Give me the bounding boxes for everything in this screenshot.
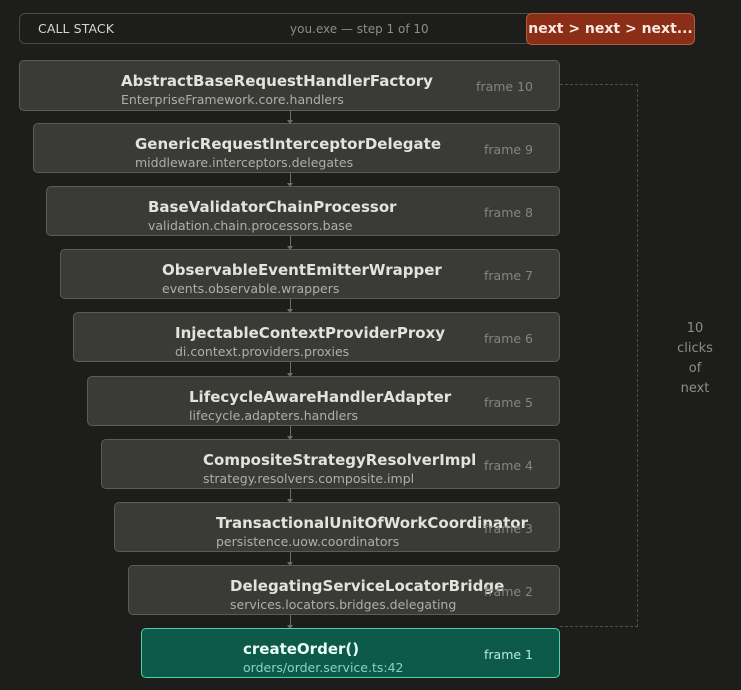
frame-active[interactable]: createOrder() orders/order.service.ts:42 f… xyxy=(141,628,560,678)
frame-connector-arrow xyxy=(287,299,293,313)
frame-module-path: di.context.providers.proxies xyxy=(175,344,350,359)
frame-number-label: frame 9 xyxy=(484,142,533,157)
frame-number-label: frame 10 xyxy=(476,79,533,94)
stack-frame[interactable]: InjectableContextProviderProxy di.context… xyxy=(73,312,560,362)
stack-frame[interactable]: AbstractBaseRequestHandlerFactory Enterpr… xyxy=(19,60,560,111)
frame-module-path: validation.chain.processors.base xyxy=(148,218,353,233)
clicks-annotation: 10 clicks of next xyxy=(665,319,725,399)
frame-module-path: persistence.uow.coordinators xyxy=(216,534,400,549)
stack-frame[interactable]: GenericRequestInterceptorDelegate middlew… xyxy=(33,123,560,173)
frame-number-label: frame 2 xyxy=(484,584,533,599)
frame-connector-arrow xyxy=(287,552,293,566)
stack-frame[interactable]: TransactionalUnitOfWorkCoordinator persis… xyxy=(114,502,560,552)
frame-connector-arrow xyxy=(287,426,293,440)
frame-function-name: TransactionalUnitOfWorkCoordinator xyxy=(216,514,528,532)
frame-connector-arrow xyxy=(287,110,293,124)
clicks-count: 10 xyxy=(686,321,704,336)
frame-function-name: DelegatingServiceLocatorBridge xyxy=(230,577,505,595)
clicks-word: clicks xyxy=(677,341,713,356)
frame-function-name: createOrder() xyxy=(243,640,360,658)
frame-function-name: BaseValidatorChainProcessor xyxy=(148,198,397,216)
stack-frame[interactable]: ObservableEventEmitterWrapper events.obse… xyxy=(60,249,560,299)
next-button[interactable]: next > next > next... xyxy=(526,13,695,45)
frame-module-path: EnterpriseFramework.core.handlers xyxy=(121,92,344,107)
frame-function-name: AbstractBaseRequestHandlerFactory xyxy=(121,72,433,90)
frame-module-path: events.observable.wrappers xyxy=(162,281,340,296)
clicks-next: next xyxy=(680,381,710,396)
frame-module-path: lifecycle.adapters.handlers xyxy=(189,408,358,423)
frame-number-label: frame 6 xyxy=(484,331,533,346)
frame-number-label: frame 7 xyxy=(484,268,533,283)
frame-connector-arrow xyxy=(287,236,293,250)
step-indicator: you.exe — step 1 of 10 xyxy=(290,22,429,36)
frame-module-path: middleware.interceptors.delegates xyxy=(135,155,354,170)
frame-connector-arrow xyxy=(287,489,293,503)
stack-frame[interactable]: CompositeStrategyResolverImpl strategy.re… xyxy=(101,439,560,489)
frame-connector-arrow xyxy=(287,173,293,187)
frame-module-path: services.locators.bridges.delegating xyxy=(230,597,457,612)
frame-function-name: CompositeStrategyResolverImpl xyxy=(203,451,477,469)
frame-module-path: orders/order.service.ts:42 xyxy=(243,660,404,675)
frames-bracket xyxy=(560,84,638,627)
frame-function-name: GenericRequestInterceptorDelegate xyxy=(135,135,441,153)
frame-number-label: frame 8 xyxy=(484,205,533,220)
frame-module-path: strategy.resolvers.composite.impl xyxy=(203,471,415,486)
stack-frame[interactable]: BaseValidatorChainProcessor validation.ch… xyxy=(46,186,560,236)
call-stack-title: CALL STACK xyxy=(38,21,115,36)
frame-function-name: ObservableEventEmitterWrapper xyxy=(162,261,442,279)
frame-number-label: frame 4 xyxy=(484,458,533,473)
frame-connector-arrow xyxy=(287,615,293,629)
call-stack-header: CALL STACK you.exe — step 1 of 10 xyxy=(19,13,557,44)
frame-function-name: LifecycleAwareHandlerAdapter xyxy=(189,388,452,406)
frame-number-label: frame 5 xyxy=(484,395,533,410)
frame-connector-arrow xyxy=(287,362,293,377)
frame-function-name: InjectableContextProviderProxy xyxy=(175,324,446,342)
stack-frame[interactable]: DelegatingServiceLocatorBridge services.l… xyxy=(128,565,560,615)
clicks-of: of xyxy=(688,361,702,376)
frame-number-label: frame 3 xyxy=(484,521,533,536)
stack-frame[interactable]: LifecycleAwareHandlerAdapter lifecycle.ad… xyxy=(87,376,560,426)
frame-number-label: frame 1 xyxy=(484,647,533,662)
